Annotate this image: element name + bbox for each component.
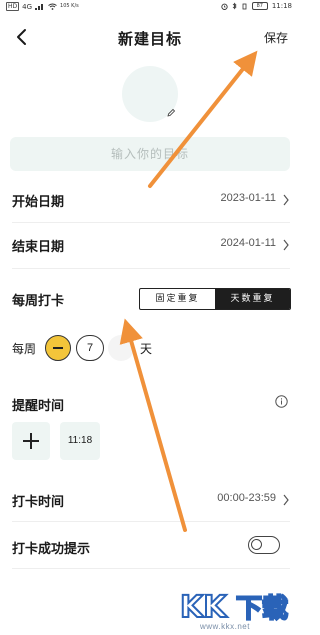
- checkin-time-label: 打卡时间: [12, 495, 65, 510]
- chevron-right-icon: [283, 239, 289, 251]
- bluetooth-icon: [232, 2, 237, 10]
- toggle-knob: [251, 539, 262, 550]
- day-count-repeat-option[interactable]: 天数重复: [215, 289, 290, 309]
- signal-icon: [35, 4, 44, 10]
- network-speed: 105 K/s: [60, 3, 79, 9]
- status-bar: HD 4G 105 K/s 87 11:18: [0, 0, 300, 14]
- repeat-mode-toggle: 固定重复 天数重复: [139, 288, 291, 310]
- divider: [12, 521, 290, 522]
- success-tip-toggle[interactable]: [248, 536, 280, 554]
- day-unit-label: 天: [140, 342, 153, 356]
- start-date-value: 2023-01-11: [220, 192, 276, 204]
- watermark-url: www.kkx.net: [200, 622, 250, 631]
- end-date-label: 结束日期: [12, 240, 65, 255]
- signal-text: 4G: [22, 2, 33, 11]
- nav-bar: 新建目标 保存: [0, 20, 300, 54]
- divider: [12, 568, 290, 569]
- reminder-time-chip[interactable]: 11:18: [60, 422, 100, 460]
- save-button[interactable]: 保存: [264, 29, 288, 46]
- fixed-repeat-option[interactable]: 固定重复: [140, 289, 215, 309]
- page-title: 新建目标: [117, 30, 182, 48]
- carrier-badge: HD: [6, 2, 20, 11]
- checkin-time-row[interactable]: 打卡时间 00:00-23:59: [12, 486, 290, 514]
- days-count-value[interactable]: 7: [76, 335, 104, 361]
- divider: [12, 222, 290, 223]
- chevron-right-icon: [283, 194, 289, 206]
- reminder-time-label: 提醒时间: [12, 399, 65, 414]
- vibrate-icon: [242, 3, 247, 9]
- end-date-row[interactable]: 结束日期 2024-01-11: [12, 231, 290, 259]
- weekly-checkin-label: 每周打卡: [12, 294, 65, 309]
- info-icon[interactable]: [275, 395, 288, 408]
- add-reminder-button[interactable]: [12, 422, 50, 460]
- decrease-days-button[interactable]: [45, 335, 71, 361]
- wifi-icon: [48, 3, 57, 10]
- clock-time: 11:18: [271, 2, 292, 10]
- svg-text:下载: 下载: [236, 594, 288, 624]
- chevron-right-icon: [283, 494, 289, 506]
- per-week-label: 每周: [12, 342, 37, 356]
- divider: [12, 268, 290, 269]
- end-date-value: 2024-01-11: [220, 237, 276, 249]
- alarm-icon: [221, 3, 228, 10]
- edit-pencil-icon[interactable]: [166, 108, 176, 118]
- start-date-row[interactable]: 开始日期 2023-01-11: [12, 186, 290, 214]
- increase-days-button[interactable]: [108, 335, 134, 361]
- checkin-time-value: 00:00-23:59: [217, 492, 276, 504]
- battery-level: 87: [251, 2, 268, 10]
- success-tip-label: 打卡成功提示: [12, 542, 91, 557]
- svg-text:KK: KK: [180, 590, 228, 625]
- start-date-label: 开始日期: [12, 195, 65, 210]
- goal-name-input[interactable]: [10, 137, 290, 171]
